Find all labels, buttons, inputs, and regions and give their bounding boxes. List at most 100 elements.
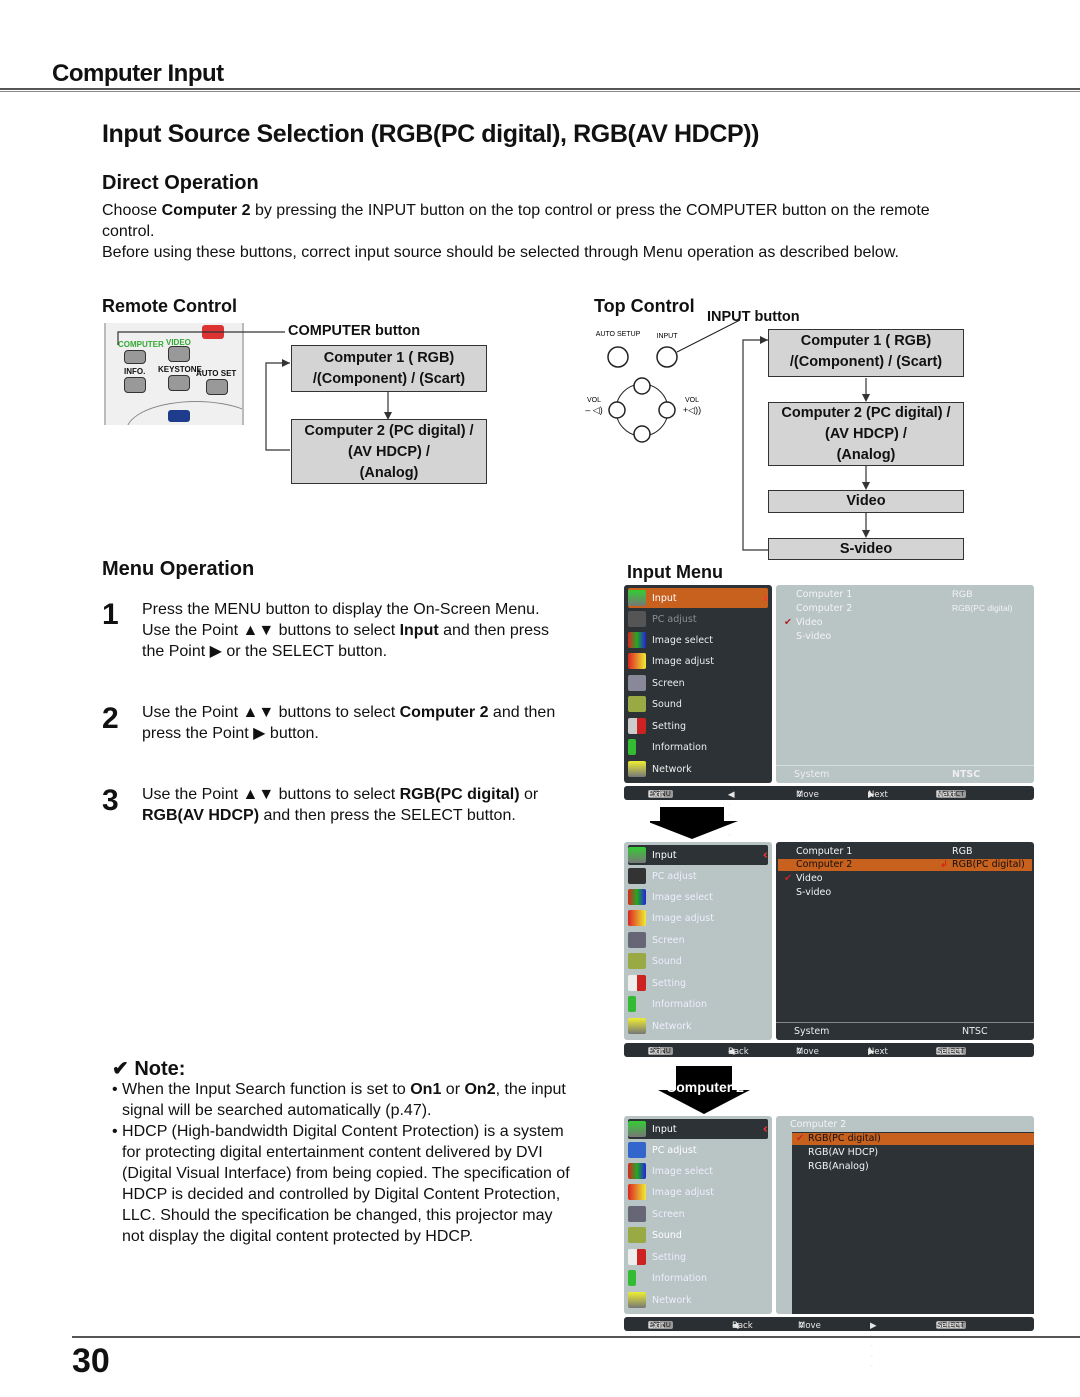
check-icon: ✔	[784, 617, 792, 628]
menu-item-image-select[interactable]: Image select	[628, 887, 768, 907]
submenu-row-s-video[interactable]: S-video	[796, 631, 831, 642]
submenu-row-computer-1[interactable]: Computer 1	[796, 589, 852, 600]
text: Choose	[102, 202, 162, 219]
hint: Next	[868, 790, 888, 800]
submenu-row-computer-2[interactable]: Computer 2	[796, 859, 852, 870]
text: Use the Point ▲▼ buttons to select	[142, 704, 400, 721]
label: Image adjust	[652, 912, 714, 924]
text: Video	[846, 493, 886, 509]
menu-item-image-adjust[interactable]: Image adjust	[628, 908, 768, 928]
menu-item-information[interactable]: Information	[628, 737, 768, 757]
menu-item-image-adjust[interactable]: Image adjust	[628, 1182, 768, 1202]
svg-text:– ◁): – ◁)	[585, 405, 602, 415]
label: Screen	[652, 934, 685, 946]
hint: Move	[798, 1321, 821, 1331]
footer-rule	[72, 1336, 1080, 1338]
remote-control-heading: Remote Control	[102, 296, 237, 316]
menu-item-pc-adjust[interactable]: PC adjust	[628, 609, 768, 629]
menu-item-input[interactable]: Input ‹	[628, 1119, 768, 1139]
menu-item-screen[interactable]: Screen	[628, 930, 768, 950]
label: PC adjust	[652, 1144, 697, 1156]
hint: Move	[796, 1047, 819, 1057]
menu-item-information[interactable]: Information	[628, 1268, 768, 1288]
monitor-icon	[628, 1142, 646, 1158]
top-flow-box-video: Video	[768, 490, 964, 513]
input-icon	[628, 847, 646, 863]
menu-item-information[interactable]: Information	[628, 994, 768, 1014]
screen-icon	[628, 1206, 646, 1222]
submenu-row-video[interactable]: Video	[796, 617, 823, 628]
menu-item-network[interactable]: Network	[628, 1016, 768, 1036]
hint: Back	[732, 1321, 753, 1331]
menu-item-setting[interactable]: Setting	[628, 1247, 768, 1267]
chevron-left-icon: ‹	[762, 847, 768, 863]
menu-item-setting[interactable]: Setting	[628, 973, 768, 993]
label: Network	[652, 1020, 692, 1032]
tools-icon	[628, 718, 646, 734]
submenu-row-s-video[interactable]: S-video	[796, 887, 831, 898]
menu-item-image-adjust[interactable]: Image adjust	[628, 651, 768, 671]
menu-operation-heading: Menu Operation	[102, 558, 255, 580]
text: When the Input Search function is set to	[122, 1081, 411, 1098]
text: or	[519, 786, 539, 803]
menu-item-network[interactable]: Network	[628, 759, 768, 779]
text: or	[441, 1081, 465, 1098]
bold-text: On2	[464, 1081, 496, 1098]
hint: Select	[936, 1047, 963, 1057]
bullet: •	[112, 1081, 123, 1098]
label: Setting	[652, 977, 687, 989]
label: Information	[652, 1272, 707, 1284]
speaker-icon	[628, 1227, 646, 1243]
osd-screen-3: Input ‹ PC adjust Image select Image adju…	[624, 1116, 1034, 1371]
menu-item-pc-adjust[interactable]: PC adjust	[628, 1140, 768, 1160]
label: Image select	[652, 634, 713, 646]
remote-flow-box-computer-2: Computer 2 (PC digital) / (AV HDCP) / (A…	[291, 419, 487, 484]
hint: -----	[870, 1321, 874, 1371]
option-rgb-analog[interactable]: RGB(Analog)	[808, 1161, 869, 1172]
sub-submenu-panel: ✔ RGB(PC digital) RGB(AV HDCP) RGB(Analo…	[792, 1132, 1034, 1314]
menu-item-network[interactable]: Network	[628, 1290, 768, 1310]
label: Information	[652, 998, 707, 1010]
system-value: NTSC	[962, 1026, 988, 1037]
image-select-icon	[628, 632, 646, 648]
screen-icon	[628, 932, 646, 948]
svg-text:VOL: VOL	[587, 397, 601, 404]
menu-item-screen[interactable]: Screen	[628, 1204, 768, 1224]
label: PC adjust	[652, 613, 697, 625]
bold-text: RGB(PC digital)	[399, 786, 520, 803]
step-3-text: Use the Point ▲▼ buttons to select RGB(P…	[142, 784, 572, 826]
menu-item-setting[interactable]: Setting	[628, 716, 768, 736]
osd-menu-panel: Input ‹ PC adjust Image select Image adju…	[624, 842, 772, 1040]
menu-item-screen[interactable]: Screen	[628, 673, 768, 693]
menu-item-image-select[interactable]: Image select	[628, 1161, 768, 1181]
menu-item-input[interactable]: Input ›	[628, 588, 768, 608]
system-label: System	[794, 1026, 830, 1037]
check-icon: ✔	[784, 873, 792, 884]
submenu-row-video[interactable]: Video	[796, 873, 823, 884]
direct-operation-paragraph-1: Choose Computer 2 by pressing the INPUT …	[102, 200, 982, 242]
option-rgb-pc-digital[interactable]: RGB(PC digital)	[808, 1133, 881, 1144]
submenu-row-computer-1[interactable]: Computer 1	[796, 846, 852, 857]
submenu-value: RGB(PC digital)	[952, 859, 1025, 870]
enter-icon: ↲	[940, 859, 948, 870]
text: Computer 1 ( RGB)	[323, 350, 455, 366]
option-rgb-av-hdcp[interactable]: RGB(AV HDCP)	[808, 1147, 878, 1158]
submenu-row-computer-2[interactable]: Computer 2	[796, 603, 852, 614]
auto-setup-button	[607, 346, 629, 368]
menu-item-sound[interactable]: Sound	[628, 1225, 768, 1245]
menu-item-input[interactable]: Input ‹	[628, 845, 768, 865]
direct-operation-paragraph-2: Before using these buttons, correct inpu…	[102, 244, 899, 261]
menu-item-sound[interactable]: Sound	[628, 951, 768, 971]
divider	[776, 765, 1034, 766]
hint: Next	[868, 1047, 888, 1057]
menu-item-sound[interactable]: Sound	[628, 694, 768, 714]
screen-icon	[628, 675, 646, 691]
submenu-value: RGB(PC digital)	[952, 603, 1013, 613]
osd-status-bar: MENU Exit ◀ Back ⇕ Move ▶ Next SELECT Select	[624, 1043, 1034, 1057]
bold-text: RGB(AV HDCP)	[142, 807, 260, 824]
image-select-icon	[628, 889, 646, 905]
top-flow-box-s-video: S-video	[768, 538, 964, 560]
up-panel-button	[633, 377, 651, 395]
menu-item-image-select[interactable]: Image select	[628, 630, 768, 650]
menu-item-pc-adjust[interactable]: PC adjust	[628, 866, 768, 886]
